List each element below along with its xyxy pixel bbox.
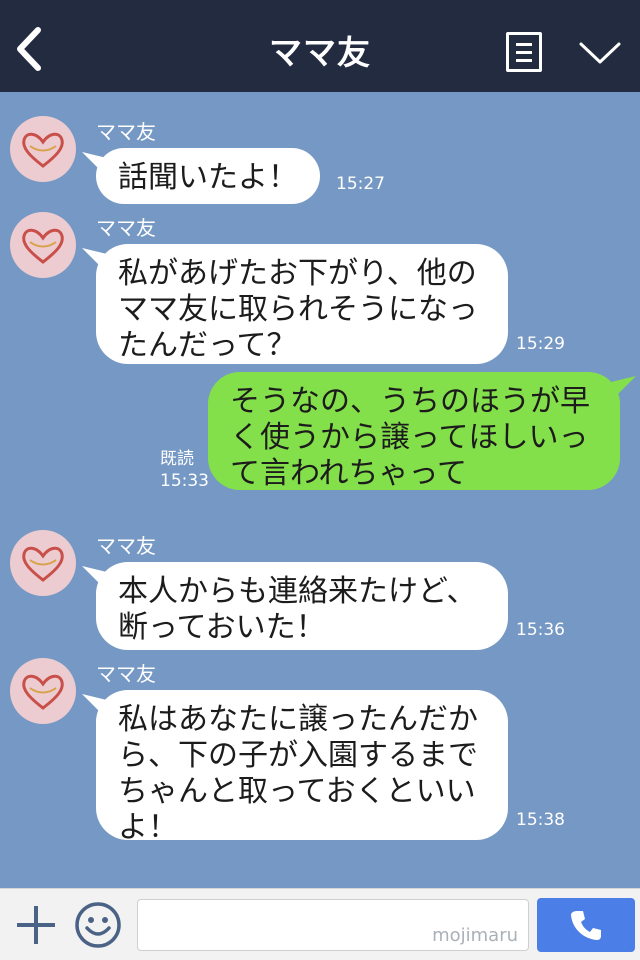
sender-name: ママ友 xyxy=(96,662,156,686)
message-input[interactable]: mojimaru xyxy=(137,899,529,951)
read-receipt: 既読 15:33 xyxy=(160,448,209,492)
smiley-icon[interactable] xyxy=(74,901,122,949)
message-bubble[interactable]: 私はあなたに譲ったんだか ら、下の子が入園するまで ちゃんと取っておくといい よ… xyxy=(96,690,508,845)
read-label: 既読 xyxy=(160,449,194,469)
avatar[interactable] xyxy=(10,530,76,596)
message-time: 15:27 xyxy=(336,174,385,194)
my-message-bubble[interactable]: そうなの、うちのほうが早 く使うから譲ってほしいっ て言われちゃって xyxy=(208,372,620,491)
plus-icon[interactable] xyxy=(14,903,58,947)
message-bubble[interactable]: 私があげたお下がり、他の ママ友に取られそうになっ たんだって？ xyxy=(96,244,508,364)
avatar[interactable] xyxy=(10,658,76,724)
chat-header: ママ友 xyxy=(0,0,640,92)
input-bar: mojimaru xyxy=(0,888,640,960)
avatar[interactable] xyxy=(10,116,76,182)
avatar[interactable] xyxy=(10,212,76,278)
watermark-text: mojimaru xyxy=(432,925,518,946)
call-button[interactable] xyxy=(537,898,635,952)
sender-name: ママ友 xyxy=(96,120,156,144)
phone-icon xyxy=(571,911,601,940)
chat-title: ママ友 xyxy=(269,33,371,72)
message-time: 15:38 xyxy=(516,810,565,830)
message-time: 15:29 xyxy=(516,334,565,354)
message-bubble[interactable]: 本人からも連絡来たけど、 断っておいた！ xyxy=(96,562,508,650)
sender-name: ママ友 xyxy=(96,534,156,558)
message-time: 15:33 xyxy=(160,471,209,491)
message-bubble[interactable]: 話聞いたよ！ xyxy=(96,148,320,204)
chevron-down-icon[interactable] xyxy=(578,38,622,68)
sender-name: ママ友 xyxy=(96,216,156,240)
list-menu-icon[interactable] xyxy=(506,32,542,72)
message-time: 15:36 xyxy=(516,620,565,640)
